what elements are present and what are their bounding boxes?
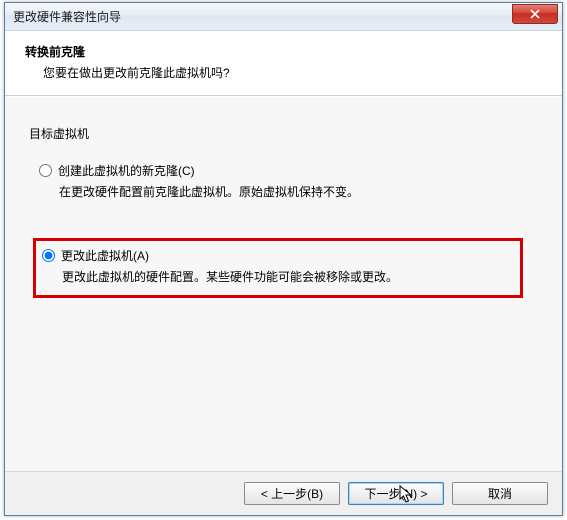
radio-alter-label: 更改此虚拟机(A)	[61, 247, 149, 264]
window-title: 更改硬件兼容性向导	[13, 8, 121, 25]
radio-clone-desc: 在更改硬件配置前克隆此虚拟机。原始虚拟机保持不变。	[59, 183, 532, 200]
titlebar: 更改硬件兼容性向导	[5, 3, 562, 31]
radio-clone[interactable]	[39, 164, 52, 177]
option-alter[interactable]: 更改此虚拟机(A) 更改此虚拟机的硬件配置。某些硬件功能可能会被移除或更改。	[33, 238, 523, 298]
header-subtitle: 您要在做出更改前克隆此虚拟机吗?	[43, 64, 542, 81]
wizard-content: 目标虚拟机 创建此虚拟机的新克隆(C) 在更改硬件配置前克隆此虚拟机。原始虚拟机…	[5, 96, 562, 494]
radio-alter-desc: 更改此虚拟机的硬件配置。某些硬件功能可能会被移除或更改。	[62, 268, 514, 285]
next-button[interactable]: 下一步(N) >	[348, 482, 444, 505]
close-button[interactable]	[512, 4, 558, 24]
close-icon	[530, 9, 540, 19]
wizard-header: 转换前克隆 您要在做出更改前克隆此虚拟机吗?	[5, 31, 562, 96]
radio-group: 创建此虚拟机的新克隆(C) 在更改硬件配置前克隆此虚拟机。原始虚拟机保持不变。 …	[33, 158, 538, 298]
back-button[interactable]: < 上一步(B)	[244, 482, 340, 505]
radio-clone-label: 创建此虚拟机的新克隆(C)	[58, 162, 195, 179]
header-title: 转换前克隆	[25, 43, 542, 60]
cancel-button[interactable]: 取消	[452, 482, 548, 505]
section-label: 目标虚拟机	[29, 125, 538, 142]
radio-alter[interactable]	[42, 249, 55, 262]
option-clone[interactable]: 创建此虚拟机的新克隆(C) 在更改硬件配置前克隆此虚拟机。原始虚拟机保持不变。	[33, 158, 538, 204]
wizard-footer: < 上一步(B) 下一步(N) > 取消	[5, 471, 562, 515]
wizard-window: 更改硬件兼容性向导 转换前克隆 您要在做出更改前克隆此虚拟机吗? 目标虚拟机 创…	[4, 2, 563, 516]
